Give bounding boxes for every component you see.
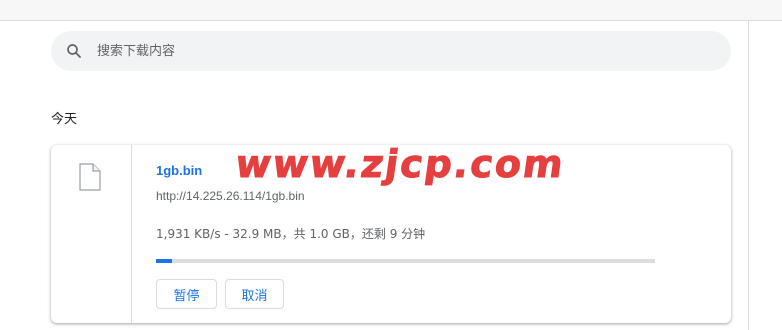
search-input[interactable] — [95, 42, 659, 60]
file-icon — [79, 163, 101, 196]
search-bar[interactable] — [51, 31, 731, 71]
scrollbar-divider — [748, 20, 749, 330]
download-status: 1,931 KB/s - 32.9 MB，共 1.0 GB，还剩 9 分钟 — [156, 227, 426, 241]
file-name-link[interactable]: 1gb.bin — [156, 163, 202, 178]
search-icon — [65, 42, 83, 60]
date-group-heading: 今天 — [51, 112, 78, 127]
source-url[interactable]: http://14.225.26.114/1gb.bin — [156, 189, 305, 203]
top-toolbar — [0, 0, 782, 21]
progress-bar-fill — [156, 259, 172, 263]
progress-bar — [156, 259, 655, 263]
cancel-button[interactable]: 取消 — [225, 279, 284, 309]
file-icon-column — [51, 145, 132, 323]
pause-button[interactable]: 暂停 — [156, 279, 217, 309]
download-item: 1gb.bin http://14.225.26.114/1gb.bin 1,9… — [51, 145, 731, 323]
